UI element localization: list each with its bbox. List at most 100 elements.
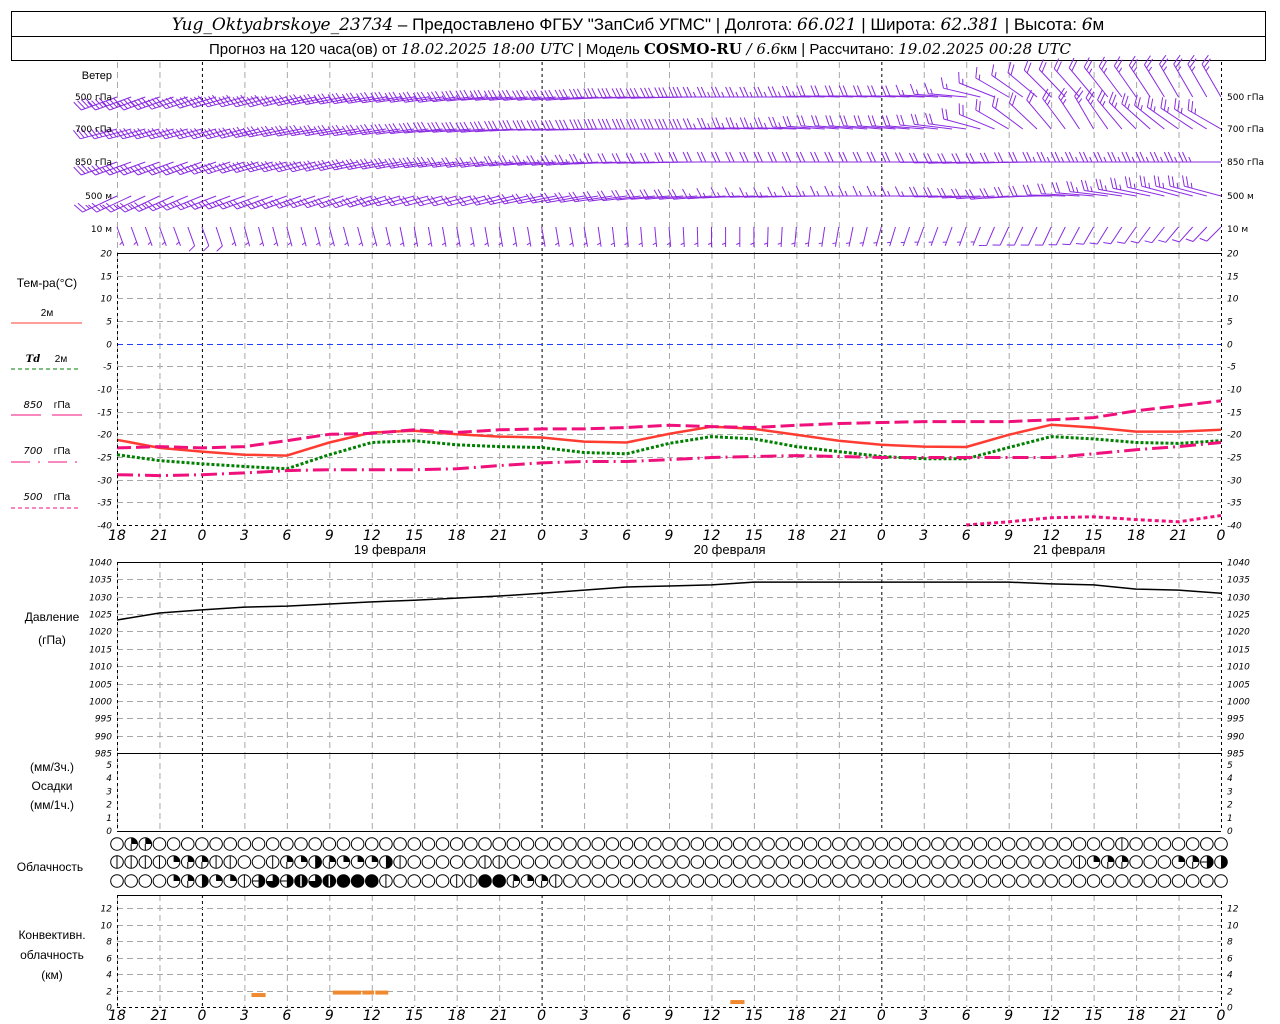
cloud-symbol [449, 855, 464, 869]
wind-barb [526, 226, 532, 247]
cloud-symbol [209, 855, 223, 869]
cloud-symbol [138, 874, 153, 888]
cloud-fill [230, 874, 237, 881]
cloud-symbol [322, 837, 337, 851]
cloud-symbol [874, 874, 889, 888]
cloud-symbol [789, 837, 804, 851]
legend-700-unit: гПа [54, 446, 71, 457]
cloud-symbol [916, 874, 931, 888]
cloud-symbol [874, 855, 889, 869]
cloud-symbol [364, 837, 379, 851]
convective-label-1: Конвективн. [18, 928, 85, 942]
cloud-circle [563, 855, 577, 869]
cloud-circle [916, 874, 931, 888]
wind-level-label-left: 700 гПа [75, 125, 112, 135]
cloud-symbol [648, 874, 662, 888]
wind-barb [555, 226, 560, 247]
provider-text: – Предоставлено ФГБУ "ЗапСиб УГМС" | Дол… [393, 15, 797, 34]
cloud-symbol [563, 855, 577, 869]
cloud-circle [1171, 874, 1186, 888]
cloud-symbol [987, 837, 1002, 851]
cloud-circle [265, 837, 280, 851]
cloud-fill [173, 855, 180, 862]
cloud-circle [110, 837, 124, 851]
cloud-circle [591, 837, 606, 851]
wind-barb [129, 161, 174, 176]
time-tick-label: 0 [197, 528, 206, 544]
pressure-tick-left: 1040 [89, 559, 112, 569]
cloud-circle [1016, 855, 1030, 869]
cloud-fill [286, 874, 294, 888]
cloud-circle [747, 874, 761, 888]
cloud-symbol [803, 837, 818, 851]
cloud-circle [1016, 874, 1030, 888]
wind-barb [1160, 97, 1193, 130]
wind-barb [1171, 226, 1194, 243]
cloud-symbol [520, 837, 535, 851]
cloud-symbol [407, 855, 422, 869]
cloud-fill [527, 874, 534, 881]
cloud-symbol [973, 874, 988, 888]
cloud-circle [591, 874, 606, 888]
cloud-circle [1058, 837, 1073, 851]
wind-barb [172, 195, 217, 211]
cloud-symbol [534, 874, 549, 888]
temp-tick-left: -35 [97, 499, 112, 509]
precip-tick-right: 5 [1227, 761, 1233, 771]
cloud-symbol [732, 855, 747, 869]
cloud-circle [817, 837, 832, 851]
cloud-circle [860, 874, 874, 888]
wind-barb [229, 226, 237, 247]
wind-barb [1048, 226, 1066, 246]
convective-cloud-bar [332, 990, 362, 995]
pressure-tick-left: 1010 [89, 663, 112, 673]
cloud-fill [371, 855, 379, 862]
wind-barb [1178, 151, 1221, 163]
cloud-symbol [393, 855, 407, 869]
precip-tick-right: 4 [1227, 774, 1233, 784]
wind-barb [214, 195, 259, 210]
cloud-circle [1171, 837, 1186, 851]
cloud-circle [832, 855, 846, 869]
wind-barb [1158, 226, 1179, 243]
wind-barb [1182, 175, 1222, 197]
cloud-circle [987, 855, 1002, 869]
cloud-circle [959, 837, 974, 851]
cloud-circle [421, 855, 436, 869]
pressure-tick-left: 995 [95, 715, 112, 725]
precip-tick-left: 5 [106, 761, 112, 771]
cloud-symbol [506, 837, 521, 851]
time-tick-label: 18 [448, 528, 466, 544]
pressure-tick-left: 1005 [89, 681, 112, 691]
wind-barb [763, 226, 769, 248]
cloud-symbol [506, 855, 521, 869]
cloud-circle [138, 874, 153, 888]
convective-tick-left: 12 [101, 905, 113, 915]
cloud-circle [110, 874, 124, 888]
cloud-symbol [1200, 837, 1214, 851]
cloud-circle [676, 837, 690, 851]
time-tick-label-bottom: 18 [787, 1008, 805, 1024]
cloud-symbol [166, 837, 181, 851]
cloud-circle [789, 855, 804, 869]
temp-tick-right: -5 [1227, 363, 1236, 373]
wind-barb [229, 195, 273, 210]
longitude-value: 66.021 [797, 15, 856, 35]
cloud-symbol [464, 837, 478, 851]
time-tick-label: 9 [1004, 528, 1013, 544]
cloud-symbol [718, 874, 733, 888]
cloud-circle [435, 874, 450, 888]
wind-level-label-right: 850 гПа [1227, 158, 1264, 168]
cloud-symbol [1016, 837, 1030, 851]
convective-tick-right: 8 [1227, 938, 1233, 948]
wind-barb [750, 227, 755, 247]
cloud-circle [775, 855, 790, 869]
cloud-symbol [195, 874, 209, 888]
cloud-circle [860, 855, 874, 869]
cloud-circle [902, 874, 917, 888]
cloud-symbol [789, 855, 804, 869]
cloud-circle [237, 855, 252, 869]
cloud-circle [1044, 855, 1058, 869]
cloud-fill [343, 855, 350, 862]
cloud-circle [1030, 855, 1044, 869]
